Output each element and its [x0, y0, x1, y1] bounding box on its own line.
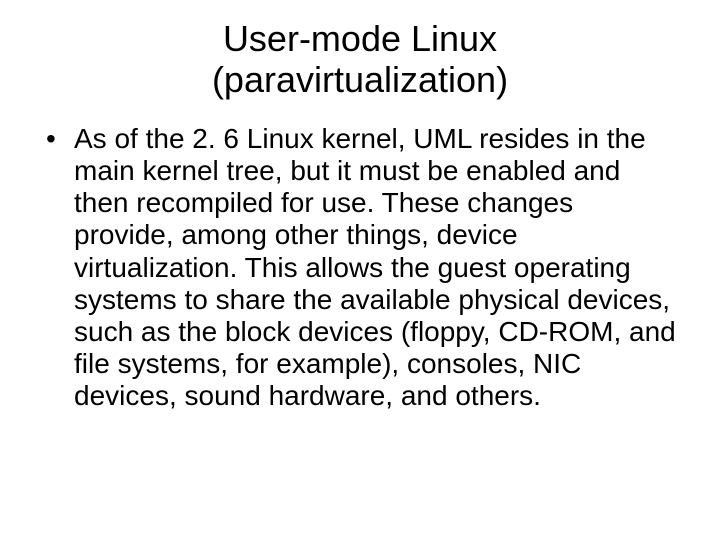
slide-body: As of the 2. 6 Linux kernel, UML resides…	[40, 123, 680, 413]
slide: User-mode Linux (paravirtualization) As …	[0, 0, 720, 540]
list-item: As of the 2. 6 Linux kernel, UML resides…	[40, 123, 680, 413]
bullet-text: As of the 2. 6 Linux kernel, UML resides…	[74, 123, 676, 412]
slide-title: User-mode Linux (paravirtualization)	[40, 18, 680, 101]
title-line-1: User-mode Linux	[223, 18, 497, 59]
bullet-list: As of the 2. 6 Linux kernel, UML resides…	[40, 123, 680, 413]
title-line-2: (paravirtualization)	[212, 59, 508, 100]
